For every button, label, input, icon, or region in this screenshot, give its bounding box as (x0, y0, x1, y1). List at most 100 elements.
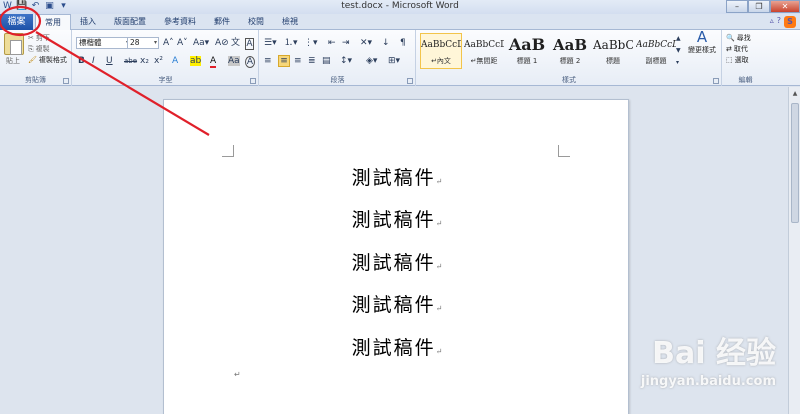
find-button[interactable]: 🔍 尋找 (726, 33, 751, 43)
font-size-combo[interactable]: 28 ▾ (127, 37, 159, 49)
shrink-font-icon[interactable]: A˅ (177, 38, 188, 48)
tab-view[interactable]: 檢視 (273, 14, 307, 30)
copy-icon: ⎘ (28, 44, 34, 53)
grow-font-icon[interactable]: A˄ (163, 38, 174, 48)
strikethrough-button[interactable]: abe (124, 56, 137, 66)
paste-button[interactable]: 貼上 (6, 56, 20, 66)
styles-scroll-up-icon[interactable]: ▲ (676, 34, 681, 44)
window-controls: – ❐ ✕ (726, 0, 800, 13)
sogou-s-icon[interactable]: S (784, 16, 796, 28)
align-right-icon[interactable]: ≡ (294, 56, 302, 66)
margin-corner-top-left (222, 145, 234, 157)
tab-references[interactable]: 參考資料 (155, 14, 205, 30)
tab-insert[interactable]: 插入 (71, 14, 105, 30)
style-normal[interactable]: AaBbCcD ↵內文 (420, 33, 462, 69)
document-paragraph[interactable]: 測試稿件↵ (164, 205, 630, 232)
ribbon-tabs: 檔案 常用 插入 版面配置 參考資料 郵件 校閱 檢視 ▵ ? S (0, 14, 800, 31)
numbering-icon[interactable]: ⒈▾ (284, 38, 298, 48)
empty-paragraph-mark[interactable]: ↵ (234, 370, 241, 379)
paragraph-group-label: 段落 (330, 76, 345, 84)
text-effects-button[interactable]: A (172, 56, 178, 66)
copy-button[interactable]: ⎘ 複製 (28, 44, 50, 54)
font-group: 標楷體▾ 28▾ A˄ A˅ Aa▾ A⊘ 文 A B I U abe x₂ x… (73, 30, 259, 86)
maximize-button[interactable]: ❐ (748, 0, 770, 13)
select-button[interactable]: ⬚ 選取 (726, 55, 749, 65)
document-paragraph[interactable]: 測試稿件↵ (164, 290, 630, 317)
clear-formatting-icon[interactable]: A⊘ (215, 38, 229, 48)
window-title: test.docx - Microsoft Word (341, 1, 459, 11)
asian-layout-icon[interactable]: ✕▾ (360, 38, 372, 48)
distributed-icon[interactable]: ▤ (322, 56, 331, 66)
style-no-spacing[interactable]: AaBbCcD ↵無間距 (463, 33, 505, 69)
vertical-ruler (0, 87, 10, 414)
paste-icon[interactable] (4, 33, 24, 55)
scroll-thumb[interactable] (791, 103, 799, 223)
superscript-button[interactable]: x² (154, 56, 163, 66)
clipboard-launcher[interactable] (63, 78, 69, 84)
help-icon[interactable]: ? (777, 16, 781, 28)
character-shading-button[interactable]: Aa (228, 56, 240, 66)
font-color-button[interactable]: A (210, 56, 217, 68)
increase-indent-icon[interactable]: ⇥ (342, 38, 350, 48)
close-button[interactable]: ✕ (770, 0, 800, 13)
justify-icon[interactable]: ≣ (308, 56, 316, 66)
line-spacing-icon[interactable]: ↕▾ (340, 56, 352, 66)
document-paragraph[interactable]: 測試稿件↵ (164, 248, 630, 275)
tab-review[interactable]: 校閱 (239, 14, 273, 30)
minimize-button[interactable]: – (726, 0, 748, 13)
multilevel-list-icon[interactable]: ⋮▾ (304, 38, 318, 48)
style-title[interactable]: AaBbC 標題 (592, 33, 634, 69)
change-styles-button[interactable]: A 變更樣式 (685, 30, 719, 55)
shading-icon[interactable]: ◈▾ (366, 56, 377, 66)
minimize-ribbon-icon[interactable]: ▵ (770, 16, 774, 28)
underline-button[interactable]: U (106, 56, 113, 66)
style-subtitle[interactable]: AaBbCcD 副標題 (635, 33, 677, 69)
change-case-icon[interactable]: Aa▾ (193, 38, 209, 48)
sort-icon[interactable]: ↓ (382, 38, 390, 48)
subscript-button[interactable]: x₂ (140, 56, 149, 66)
enclose-characters-button[interactable]: A (245, 56, 255, 68)
editing-group-label: 編輯 (738, 76, 753, 84)
bold-button[interactable]: B (78, 56, 85, 66)
select-icon: ⬚ (726, 56, 733, 64)
format-painter-icon: 🖌 (28, 56, 37, 64)
decrease-indent-icon[interactable]: ⇤ (328, 38, 336, 48)
show-hide-marks-icon[interactable]: ¶ (400, 38, 406, 48)
styles-more-icon[interactable]: ▾ (676, 58, 679, 68)
character-border-icon[interactable]: A (245, 38, 254, 50)
tab-mailings[interactable]: 郵件 (205, 14, 239, 30)
paragraph-group: ☰▾ ⒈▾ ⋮▾ ⇤ ⇥ ✕▾ ↓ ¶ ≡ ≡ ≡ ≣ ▤ ↕▾ ◈▾ ⊞▾ 段… (260, 30, 416, 86)
cut-button[interactable]: ✂ 剪下 (28, 33, 50, 43)
paragraph-launcher[interactable] (407, 78, 413, 84)
styles-launcher[interactable] (713, 78, 719, 84)
document-page[interactable]: 測試稿件↵ 測試稿件↵ 測試稿件↵ 測試稿件↵ 測試稿件↵ ↵ (163, 99, 629, 414)
styles-group-label: 樣式 (562, 76, 576, 84)
baidu-watermark: Bai 经验 jingyan.baidu.com (640, 336, 776, 389)
styles-group: AaBbCcD ↵內文 AaBbCcD ↵無間距 AaB 標題 1 AaB 標題… (417, 30, 722, 86)
align-left-icon[interactable]: ≡ (264, 56, 272, 66)
phonetic-guide-icon[interactable]: 文 (231, 38, 240, 48)
font-name-combo[interactable]: 標楷體▾ (76, 37, 131, 49)
italic-button[interactable]: I (92, 56, 95, 66)
replace-button[interactable]: ⇄ 取代 (726, 44, 748, 54)
highlight-color-icon[interactable]: ab (190, 56, 202, 66)
bullets-icon[interactable]: ☰▾ (264, 38, 277, 48)
document-paragraph[interactable]: 測試稿件↵ (164, 163, 630, 190)
format-painter-button[interactable]: 🖌 複製格式 (28, 55, 67, 65)
scroll-up-icon[interactable]: ▲ (790, 89, 800, 99)
tab-home[interactable]: 常用 (35, 14, 71, 31)
vertical-scrollbar[interactable]: ▲ (788, 87, 800, 414)
font-launcher[interactable] (250, 78, 256, 84)
editing-group: 🔍 尋找 ⇄ 取代 ⬚ 選取 編輯 (723, 30, 768, 86)
clipboard-group: 貼上 ✂ 剪下 ⎘ 複製 🖌 複製格式 剪貼簿 (0, 30, 72, 86)
document-paragraph[interactable]: 測試稿件↵ (164, 333, 630, 360)
tab-file[interactable]: 檔案 (0, 14, 33, 30)
styles-scroll-down-icon[interactable]: ▼ (676, 46, 681, 56)
align-center-icon[interactable]: ≡ (278, 55, 290, 67)
style-heading-1[interactable]: AaB 標題 1 (506, 33, 548, 69)
borders-icon[interactable]: ⊞▾ (388, 56, 400, 66)
tab-page-layout[interactable]: 版面配置 (105, 14, 155, 30)
clipboard-group-label: 剪貼簿 (25, 76, 46, 84)
title-bar: W 💾 ↶ ▣ ▾ test.docx - Microsoft Word – ❐… (0, 0, 800, 14)
style-heading-2[interactable]: AaB 標題 2 (549, 33, 591, 69)
